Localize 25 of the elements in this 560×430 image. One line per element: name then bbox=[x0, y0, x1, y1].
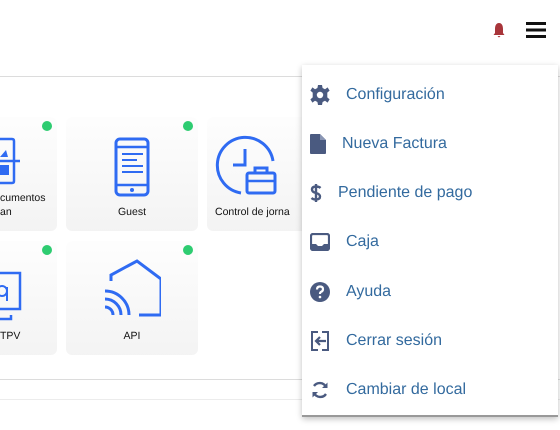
settings-icon bbox=[310, 84, 330, 105]
dollar-icon bbox=[310, 183, 322, 204]
help-icon bbox=[310, 282, 330, 302]
document-icon bbox=[310, 134, 326, 154]
menu-item[interactable]: Cerrar sesión bbox=[302, 316, 558, 366]
sign-out-icon bbox=[310, 331, 330, 352]
menu-item[interactable]: Cambiar de local bbox=[302, 366, 558, 415]
menu-icon[interactable] bbox=[526, 22, 546, 38]
menu-item[interactable]: Configuración bbox=[302, 70, 558, 120]
tile-label: Control de jorna bbox=[215, 205, 290, 219]
tile-label: TPV bbox=[0, 329, 20, 343]
refresh-icon bbox=[310, 380, 330, 400]
bell-icon[interactable] bbox=[492, 22, 506, 38]
menu-item[interactable]: Nueva Factura bbox=[302, 119, 558, 169]
menu-item[interactable]: Pendiente de pago bbox=[302, 168, 558, 218]
document-scan-icon bbox=[0, 137, 20, 185]
clock-briefcase-icon bbox=[215, 135, 279, 197]
inbox-icon bbox=[310, 233, 330, 252]
tile-label: API bbox=[124, 329, 140, 343]
smartphone-icon bbox=[114, 137, 150, 197]
tile-label: cumentos an bbox=[0, 191, 47, 219]
monitor-icon bbox=[0, 271, 22, 323]
tile-label: Guest bbox=[118, 205, 146, 219]
menu-item[interactable]: Ayuda bbox=[302, 267, 558, 316]
menu-item[interactable]: Caja bbox=[302, 218, 558, 268]
